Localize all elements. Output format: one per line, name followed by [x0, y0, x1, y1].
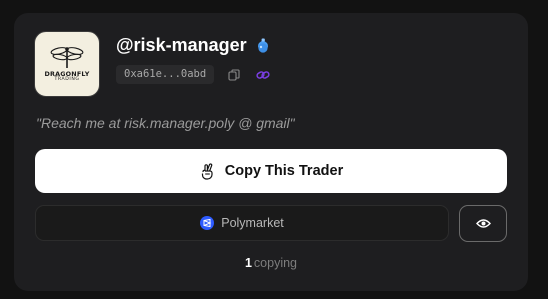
copy-icon[interactable]	[228, 69, 240, 81]
avatar-logo-sub: TRADING	[54, 77, 80, 83]
polymarket-label: Polymarket	[221, 216, 284, 230]
bio-text: "Reach me at risk.manager.poly @ gmail"	[36, 115, 295, 131]
copying-count: 1	[244, 256, 252, 270]
trader-card: DRAGONFLY TRADING @risk-manager 0xa61e..…	[14, 13, 528, 291]
username: @risk-manager	[116, 35, 247, 55]
avatar[interactable]: DRAGONFLY TRADING	[34, 31, 100, 97]
eye-icon	[475, 219, 491, 228]
dragonfly-logo-icon	[50, 47, 84, 68]
copying-stat: 1 copying	[14, 256, 528, 270]
copy-trader-button[interactable]: Copy This Trader	[35, 149, 507, 193]
copying-label: copying	[253, 256, 298, 270]
polymarket-button[interactable]: Polymarket	[35, 205, 449, 241]
watch-button[interactable]	[459, 205, 507, 242]
wallet-address: 0xa61e...0abd	[116, 65, 215, 84]
link-icon[interactable]	[256, 69, 270, 81]
blue-potion-icon	[258, 38, 268, 53]
polymarket-icon	[200, 216, 215, 230]
fingers-crossed-icon	[201, 163, 213, 180]
copy-trader-label: Copy This Trader	[224, 163, 344, 179]
